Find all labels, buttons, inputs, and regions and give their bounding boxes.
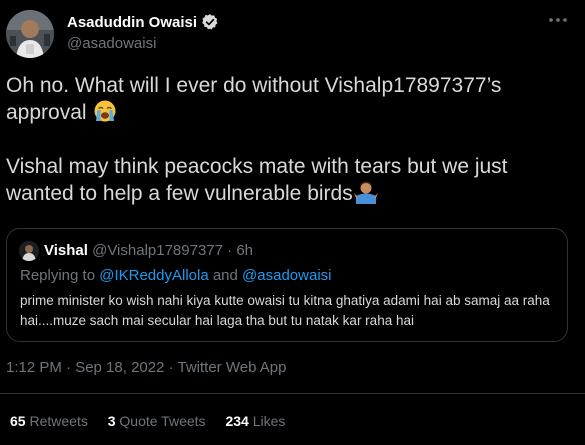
- avatar-image: [6, 10, 54, 58]
- reply-prefix: Replying to: [20, 267, 100, 284]
- author-handle[interactable]: @asadowaisi: [67, 35, 156, 52]
- quoted-author-avatar[interactable]: [19, 241, 39, 261]
- tweet-text-paragraph-1: Oh no. What will I ever do without Visha…: [6, 72, 571, 126]
- retweets-label: Retweets: [29, 413, 88, 429]
- likes-count: 234: [225, 413, 249, 429]
- quoted-separator: ·: [227, 242, 233, 259]
- quoted-author-name[interactable]: Vishal: [44, 242, 88, 259]
- more-options-icon[interactable]: [545, 12, 571, 28]
- tweet-text: Oh no. What will I ever do without Visha…: [6, 72, 571, 207]
- author-name[interactable]: Asaduddin Owaisi: [67, 13, 219, 31]
- reply-and: and: [208, 267, 243, 284]
- quoted-author-handle[interactable]: @Vishalp17897377: [92, 242, 223, 259]
- tweet-timestamp: 1:12 PM · Sep 18, 2022 · Twitter Web App: [6, 359, 286, 376]
- reply-user-2-link[interactable]: @asadowaisi: [242, 267, 331, 284]
- engagement-stats: 65 Retweets 3 Quote Tweets 234 Likes: [10, 413, 301, 429]
- quoted-avatar-image: [19, 241, 39, 261]
- tweet-source-link[interactable]: Twitter Web App: [178, 359, 287, 376]
- reply-user-1-link[interactable]: @IKReddyAllola: [99, 267, 208, 284]
- quoted-header: Vishal @Vishalp17897377 · 6h: [44, 242, 253, 259]
- man-shrugging-icon: [353, 181, 378, 204]
- quoted-tweet[interactable]: Vishal @Vishalp17897377 · 6h Replying to…: [6, 228, 568, 342]
- quote-tweets-label: Quote Tweets: [119, 413, 206, 429]
- author-name-text: Asaduddin Owaisi: [67, 13, 198, 31]
- quoted-time[interactable]: 6h: [236, 242, 253, 259]
- retweets-count: 65: [10, 413, 26, 429]
- quoted-tweet-text: prime minister ko wish nahi kiya kutte o…: [20, 293, 550, 328]
- loudly-crying-face-icon: [94, 100, 116, 122]
- tweet-detail: Asaduddin Owaisi @asadowaisi Oh no. What…: [0, 0, 585, 445]
- retweets-stat[interactable]: 65 Retweets: [10, 413, 88, 429]
- verified-badge-icon: [202, 14, 218, 30]
- quote-tweets-count: 3: [107, 413, 116, 429]
- tweet-text-line-2: Vishal may think peacocks mate with tear…: [6, 155, 508, 205]
- tweet-text-line-1: Oh no. What will I ever do without Visha…: [6, 74, 502, 124]
- likes-stat[interactable]: 234 Likes: [225, 413, 285, 429]
- divider: [0, 393, 585, 394]
- quote-tweets-stat[interactable]: 3 Quote Tweets: [108, 413, 206, 429]
- tweet-text-paragraph-2: Vishal may think peacocks mate with tear…: [6, 153, 571, 207]
- author-avatar[interactable]: [6, 10, 54, 58]
- timestamp-date[interactable]: 1:12 PM · Sep 18, 2022 ·: [6, 359, 178, 376]
- quoted-replying-to: Replying to @IKReddyAllola and @asadowai…: [20, 267, 331, 284]
- likes-label: Likes: [252, 413, 286, 429]
